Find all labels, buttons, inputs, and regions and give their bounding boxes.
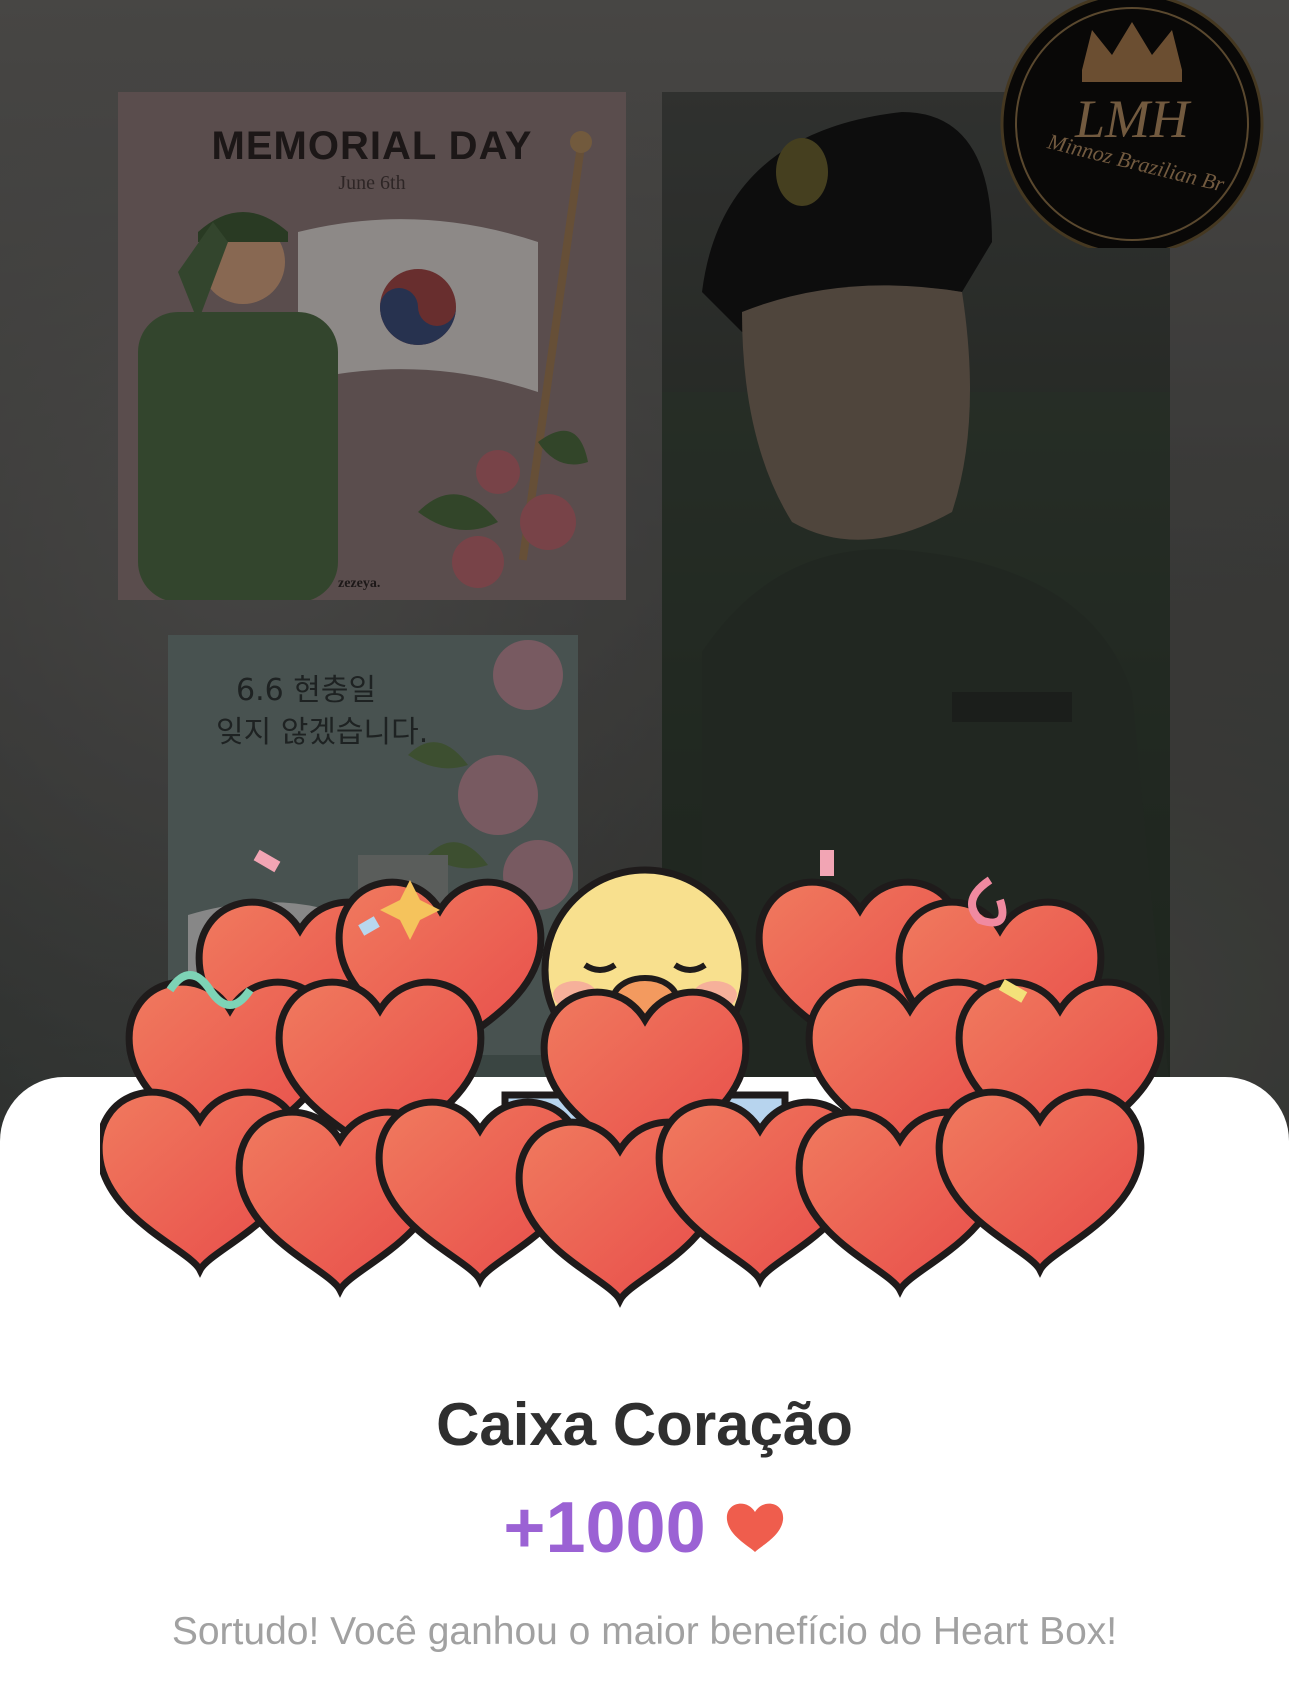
reward-row: +1000 (0, 1488, 1289, 1568)
heart-box-illustration (100, 849, 1165, 1308)
reward-amount: +1000 (503, 1488, 706, 1568)
confetti-icon (820, 850, 834, 876)
heart-icon (726, 1503, 783, 1552)
reward-message: Sortudo! Você ganhou o maior benefício d… (171, 1610, 1118, 1653)
confetti-icon (253, 849, 281, 873)
heart-box-title: Caixa Coração (436, 1391, 853, 1458)
